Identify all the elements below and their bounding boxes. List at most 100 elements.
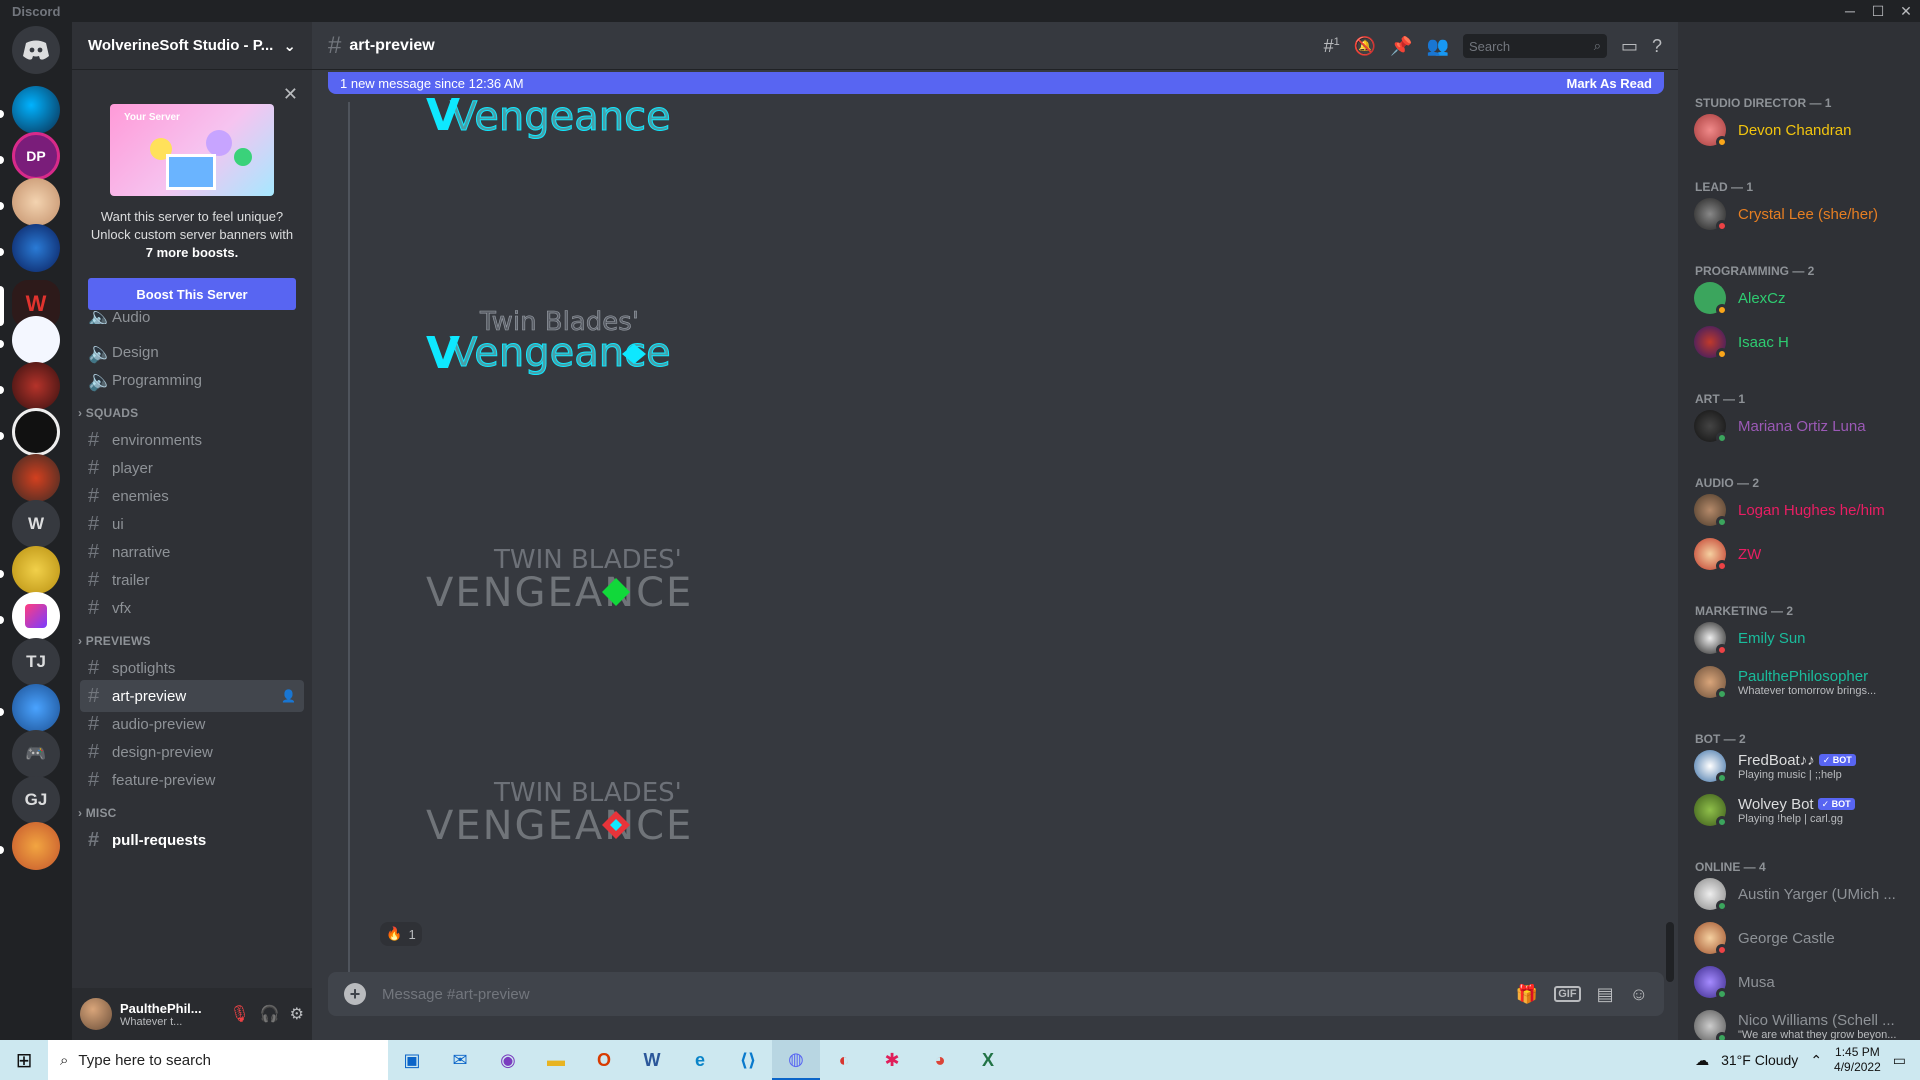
discord-taskbar-icon[interactable]: ◍ (772, 1040, 820, 1080)
server-icon[interactable] (12, 178, 60, 226)
server-icon-w[interactable]: W (12, 500, 60, 548)
member-item[interactable]: Isaac H (1686, 322, 1912, 362)
mail-icon[interactable]: ✉ (436, 1040, 484, 1080)
member-item[interactable]: George Castle (1686, 918, 1912, 958)
search-input[interactable]: Search ⌕ (1462, 34, 1607, 58)
member-item[interactable]: Devon Chandran (1686, 110, 1912, 150)
role-header: BOT — 2 (1695, 732, 1746, 746)
member-item[interactable]: FredBoat♪♪ ✓ BOT Playing music | ;;help (1686, 746, 1912, 786)
speaker-icon: 🔈 (88, 341, 113, 364)
emoji-icon[interactable]: ☺ (1630, 984, 1648, 1005)
server-icon-gj[interactable]: GJ (12, 776, 60, 824)
chrome-icon[interactable]: ◕ (916, 1040, 964, 1080)
server-icon[interactable]: DP (12, 132, 60, 180)
clock[interactable]: 1:45 PM 4/9/2022 (1834, 1045, 1881, 1075)
member-item[interactable]: Emily Sun (1686, 618, 1912, 658)
chevron-up-icon[interactable]: ⌃ (1810, 1052, 1822, 1069)
scrollbar[interactable] (1666, 922, 1674, 982)
boost-description: Want this server to feel unique? Unlock … (90, 209, 294, 260)
maximize-button[interactable]: ☐ (1864, 0, 1892, 22)
edge-icon[interactable]: e (676, 1040, 724, 1080)
svg-text:VENGEANCE: VENGEANCE (426, 570, 693, 616)
logo-image[interactable]: TWIN BLADES' VENGEANCE (422, 534, 752, 624)
minimize-button[interactable]: ─ (1836, 0, 1864, 22)
member-item[interactable]: Crystal Lee (she/her) (1686, 194, 1912, 234)
new-messages-bar[interactable]: 1 new message since 12:36 AM Mark As Rea… (328, 72, 1664, 94)
member-item[interactable]: Musa (1686, 962, 1912, 1002)
boost-server-button[interactable]: Boost This Server (88, 278, 296, 310)
server-icon-tj[interactable]: TJ (12, 638, 60, 686)
server-icon[interactable]: 🎮 (12, 730, 60, 778)
logo-image[interactable]: TWIN BLADES' VENGEANCE (422, 767, 752, 857)
vscode-icon[interactable]: ⟨⟩ (724, 1040, 772, 1080)
media-icon[interactable]: ◐ (820, 1040, 868, 1080)
channel-feature-preview[interactable]: # feature-preview (80, 764, 304, 796)
message-input[interactable] (382, 985, 1500, 1003)
server-icon[interactable] (12, 684, 60, 732)
voice-channel-programming[interactable]: 🔈 Programming (80, 364, 304, 396)
notifications-icon[interactable]: ▭ (1893, 1052, 1906, 1069)
server-icon[interactable] (12, 408, 60, 456)
server-header[interactable]: WolverineSoft Studio - P... ⌄ (72, 22, 312, 70)
notification-mute-icon[interactable]: 🔕 (1354, 36, 1376, 57)
fire-emoji: 🔥 (386, 926, 403, 941)
category-squads[interactable]: › SQUADS (78, 406, 138, 420)
server-icon[interactable] (12, 454, 60, 502)
excel-icon[interactable]: X (964, 1040, 1012, 1080)
member-item[interactable]: Austin Yarger (UMich ... (1686, 874, 1912, 914)
gear-icon[interactable]: ⚙ (290, 1004, 304, 1024)
server-icon[interactable] (12, 546, 60, 594)
mute-icon[interactable]: 🎙 (229, 1004, 249, 1024)
user-panel: PaulthePhil... Whatever t... 🎙 🎧 ⚙ (72, 988, 312, 1040)
server-icon[interactable] (12, 316, 60, 364)
close-icon[interactable]: ✕ (283, 84, 298, 105)
member-item[interactable]: AlexCz (1686, 278, 1912, 318)
sticker-icon[interactable]: ▤ (1597, 984, 1614, 1005)
server-icon[interactable] (12, 224, 60, 272)
member-item[interactable]: Mariana Ortiz Luna (1686, 406, 1912, 446)
close-window-button[interactable]: ✕ (1892, 0, 1920, 22)
unread-indicator (0, 156, 4, 164)
category-misc[interactable]: › MISC (78, 806, 117, 820)
word-icon[interactable]: W (628, 1040, 676, 1080)
threads-icon[interactable]: #1 (1324, 36, 1340, 57)
member-list-icon[interactable]: 👥 (1427, 36, 1449, 57)
member-item[interactable]: Wolvey Bot ✓ BOT Playing !help | carl.gg (1686, 790, 1912, 830)
member-item[interactable]: Logan Hughes he/him (1686, 490, 1912, 530)
add-attachment-button[interactable]: + (344, 983, 366, 1005)
office-icon[interactable]: O (580, 1040, 628, 1080)
server-icon[interactable] (12, 362, 60, 410)
server-icon[interactable] (12, 592, 60, 640)
mark-as-read-button[interactable]: Mark As Read (1567, 76, 1653, 91)
member-item[interactable]: PaulthePhilosopher Whatever tomorrow brin… (1686, 662, 1912, 702)
logo-image[interactable]: Vengeance V (422, 94, 752, 154)
slack-icon[interactable]: ✱ (868, 1040, 916, 1080)
gif-button[interactable]: GIF (1554, 986, 1581, 1002)
help-icon[interactable]: ? (1652, 36, 1662, 57)
pin-icon[interactable]: 📌 (1390, 36, 1412, 57)
gift-icon[interactable]: 🎁 (1516, 984, 1538, 1005)
reaction-button[interactable]: 🔥 1 (380, 922, 422, 946)
voice-channel-audio[interactable]: 🔈 Audio (80, 310, 304, 324)
category-previews[interactable]: › PREVIEWS (78, 634, 151, 648)
hash-icon: # (88, 768, 100, 791)
headphones-icon[interactable]: 🎧 (260, 1004, 280, 1024)
member-item[interactable]: Nico Williams (Schell ... "We are what th… (1686, 1006, 1912, 1040)
store-icon[interactable]: ▣ (388, 1040, 436, 1080)
weather-text[interactable]: 31°F Cloudy (1721, 1052, 1798, 1068)
avatar[interactable] (80, 998, 112, 1030)
inbox-icon[interactable]: ▭ (1621, 36, 1638, 57)
unread-indicator (0, 248, 4, 256)
add-member-icon[interactable]: 👤 (281, 689, 296, 703)
member-item[interactable]: ZW (1686, 534, 1912, 574)
home-button[interactable] (12, 26, 60, 74)
channel-vfx[interactable]: # vfx (80, 592, 304, 624)
channel-pull-requests[interactable]: # pull-requests (80, 824, 304, 856)
logo-image[interactable]: Twin Blades' Vengeance V (422, 302, 752, 392)
windows-start-button[interactable]: ⊞ (0, 1040, 48, 1080)
server-icon[interactable] (12, 822, 60, 870)
server-icon[interactable] (12, 86, 60, 134)
podcast-icon[interactable]: ◉ (484, 1040, 532, 1080)
file-explorer-icon[interactable]: ▬ (532, 1040, 580, 1080)
taskbar-search-input[interactable]: ⌕ Type here to search (48, 1040, 388, 1080)
